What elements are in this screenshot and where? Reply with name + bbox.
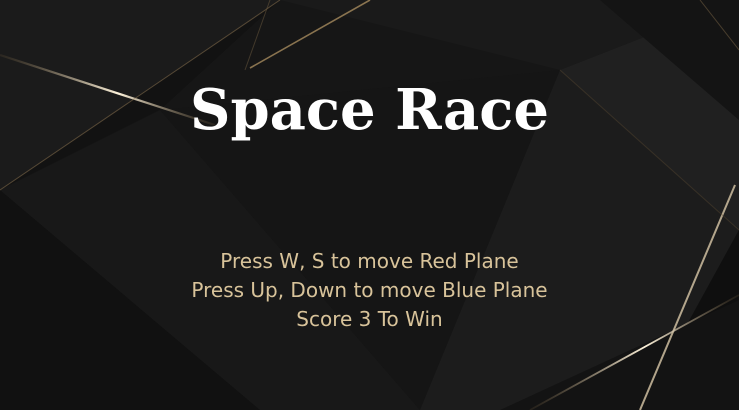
instruction-win-condition: Score 3 To Win <box>296 307 443 331</box>
instruction-red-plane: Press W, S to move Red Plane <box>220 249 519 273</box>
instructions-block: Press W, S to move Red Plane Press Up, D… <box>0 247 739 334</box>
game-start-screen: Space Race Press W, S to move Red Plane … <box>0 0 739 410</box>
game-title: Space Race <box>190 77 549 143</box>
dark-geometric-background <box>0 0 739 410</box>
instruction-blue-plane: Press Up, Down to move Blue Plane <box>191 278 548 302</box>
